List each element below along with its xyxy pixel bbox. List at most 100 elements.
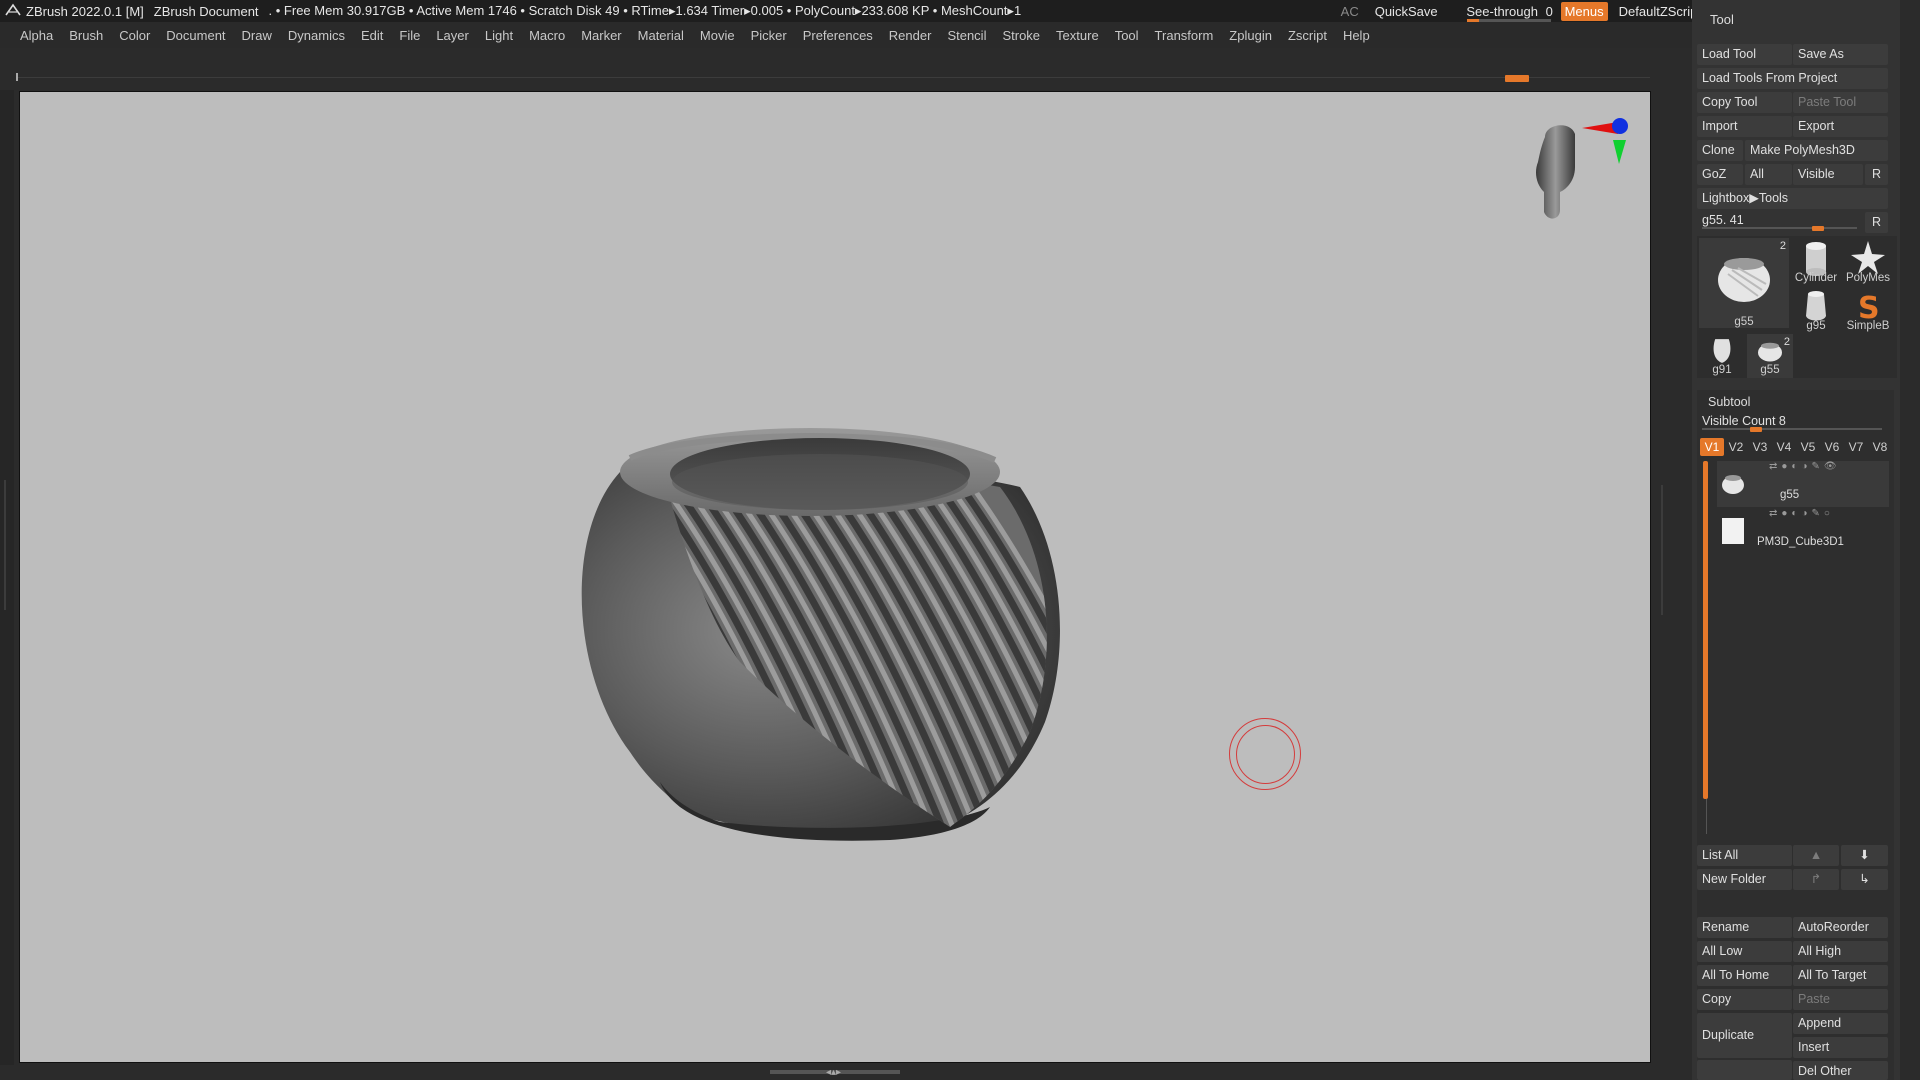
ac-button[interactable]: AC xyxy=(1336,4,1364,19)
menu-picker[interactable]: Picker xyxy=(743,28,795,43)
load-tool-button[interactable]: Load Tool xyxy=(1697,44,1792,65)
delete-button[interactable] xyxy=(1697,1060,1792,1080)
insert-button[interactable]: Insert xyxy=(1793,1037,1888,1058)
left-tray-handle[interactable] xyxy=(0,90,14,1065)
make-polymesh3d-button[interactable]: Make PolyMesh3D xyxy=(1745,140,1888,161)
del-other-button[interactable]: Del Other xyxy=(1793,1061,1888,1080)
menu-color[interactable]: Color xyxy=(111,28,158,43)
tool-thumb-count: 2 xyxy=(1783,336,1790,348)
menu-document[interactable]: Document xyxy=(158,28,233,43)
goz-visible-button[interactable]: Visible xyxy=(1793,164,1863,185)
menu-light[interactable]: Light xyxy=(477,28,521,43)
folder-down-icon[interactable]: ↳ xyxy=(1841,869,1888,890)
menu-zplugin[interactable]: Zplugin xyxy=(1221,28,1280,43)
quicksave-button[interactable]: QuickSave xyxy=(1370,4,1443,19)
subtool-actions-icons[interactable]: ⇄●◐◑✎👁 xyxy=(1769,461,1841,472)
all-high-button[interactable]: All High xyxy=(1793,941,1888,962)
visibility-set-tab-v2[interactable]: V2 xyxy=(1724,438,1748,456)
pot-thumbnail-icon xyxy=(1758,342,1782,362)
list-all-button[interactable]: List All xyxy=(1697,845,1792,866)
goz-all-button[interactable]: All xyxy=(1745,164,1792,185)
menu-macro[interactable]: Macro xyxy=(521,28,573,43)
sculpt-model[interactable] xyxy=(20,92,1651,1063)
timeline-strip[interactable] xyxy=(0,48,1692,90)
tool-thumb-g95[interactable]: g95 xyxy=(1792,286,1840,332)
load-tools-from-project-button[interactable]: Load Tools From Project xyxy=(1697,68,1888,89)
expand-arrow-icon[interactable]: ◂▴▸ xyxy=(826,1067,841,1078)
menu-zscript[interactable]: Zscript xyxy=(1280,28,1335,43)
append-button[interactable]: Append xyxy=(1793,1013,1888,1034)
visibility-set-tab-v5[interactable]: V5 xyxy=(1796,438,1820,456)
tool-r-button[interactable]: R xyxy=(1865,212,1888,233)
export-button[interactable]: Export xyxy=(1793,116,1888,137)
visibility-set-tab-v7[interactable]: V7 xyxy=(1844,438,1868,456)
lightbox-tools-button[interactable]: Lightbox▶Tools xyxy=(1697,188,1888,209)
see-through-slider[interactable]: See-through 0 xyxy=(1465,4,1555,22)
subtool-scrollbar[interactable] xyxy=(1703,461,1708,799)
bottom-tray-handle[interactable]: ◂▴▸ xyxy=(0,1065,1692,1080)
tool-thumb-label: Cylinder xyxy=(1794,272,1838,284)
visibility-set-tab-v4[interactable]: V4 xyxy=(1772,438,1796,456)
goz-button[interactable]: GoZ xyxy=(1697,164,1743,185)
tool-thumb-polymesh[interactable]: PolyMes xyxy=(1842,238,1894,284)
new-folder-button[interactable]: New Folder xyxy=(1697,869,1792,890)
visibility-set-tab-v6[interactable]: V6 xyxy=(1820,438,1844,456)
move-down-icon[interactable]: ⬇ xyxy=(1841,845,1888,866)
all-low-button[interactable]: All Low xyxy=(1697,941,1792,962)
viewport-canvas[interactable] xyxy=(19,91,1651,1063)
copy-tool-button[interactable]: Copy Tool xyxy=(1697,92,1792,113)
right-tray-handle[interactable] xyxy=(1652,90,1692,1065)
subtool-item[interactable]: ⇄●◐◑✎👁 g55 xyxy=(1717,461,1889,507)
menus-toggle-button[interactable]: Menus xyxy=(1560,1,1608,21)
menu-stroke[interactable]: Stroke xyxy=(994,28,1048,43)
menu-brush[interactable]: Brush xyxy=(61,28,111,43)
visible-count-slider[interactable]: Visible Count 8 xyxy=(1697,413,1888,432)
visibility-set-tab-v8[interactable]: V8 xyxy=(1868,438,1892,456)
menu-movie[interactable]: Movie xyxy=(692,28,743,43)
menu-transform[interactable]: Transform xyxy=(1147,28,1222,43)
current-tool-slider[interactable]: g55. 41 xyxy=(1697,212,1862,231)
menu-material[interactable]: Material xyxy=(630,28,692,43)
menu-help[interactable]: Help xyxy=(1335,28,1378,43)
clone-button[interactable]: Clone xyxy=(1697,140,1743,161)
menu-texture[interactable]: Texture xyxy=(1048,28,1107,43)
all-to-home-button[interactable]: All To Home xyxy=(1697,965,1792,986)
tool-thumb-g55-small[interactable]: 2 g55 xyxy=(1747,334,1793,378)
tool-thumb-cylinder[interactable]: Cylinder xyxy=(1792,238,1840,284)
menu-tool[interactable]: Tool xyxy=(1107,28,1147,43)
rename-button[interactable]: Rename xyxy=(1697,917,1792,938)
tool-thumb-g55-main[interactable]: 2 g55 xyxy=(1699,238,1789,328)
move-up-icon[interactable]: ▲ xyxy=(1793,845,1839,866)
subtool-title[interactable]: Subtool xyxy=(1708,395,1750,409)
subtool-actions-icons[interactable]: ⇄●◐◑✎○ xyxy=(1769,508,1834,519)
menu-edit[interactable]: Edit xyxy=(353,28,391,43)
subtool-item[interactable]: ⇄●◐◑✎○ PM3D_Cube3D1 xyxy=(1717,508,1889,554)
menu-stencil[interactable]: Stencil xyxy=(939,28,994,43)
menu-file[interactable]: File xyxy=(391,28,428,43)
menu-render[interactable]: Render xyxy=(881,28,940,43)
visibility-set-tab-v1[interactable]: V1 xyxy=(1700,438,1724,456)
paste-tool-button[interactable]: Paste Tool xyxy=(1793,92,1888,113)
menu-alpha[interactable]: Alpha xyxy=(12,28,61,43)
save-as-button[interactable]: Save As xyxy=(1793,44,1888,65)
import-button[interactable]: Import xyxy=(1697,116,1792,137)
timeline-marker[interactable] xyxy=(1505,75,1529,82)
paste-button[interactable]: Paste xyxy=(1793,989,1888,1010)
tool-thumb-simplebrush[interactable]: S SimpleB xyxy=(1842,286,1894,332)
tool-thumb-g91[interactable]: g91 xyxy=(1699,334,1745,378)
all-to-target-button[interactable]: All To Target xyxy=(1793,965,1888,986)
menu-draw[interactable]: Draw xyxy=(234,28,280,43)
palette-scrollbar[interactable] xyxy=(1900,0,1920,1080)
goz-r-button[interactable]: R xyxy=(1865,164,1888,185)
copy-button[interactable]: Copy xyxy=(1697,989,1792,1010)
tool-thumb-count: 2 xyxy=(1779,240,1786,252)
visibility-set-tab-v3[interactable]: V3 xyxy=(1748,438,1772,456)
duplicate-button[interactable]: Duplicate xyxy=(1697,1013,1792,1058)
navigation-head-gizmo[interactable] xyxy=(1520,112,1630,232)
autoreorder-button[interactable]: AutoReorder xyxy=(1793,917,1888,938)
menu-preferences[interactable]: Preferences xyxy=(795,28,881,43)
menu-dynamics[interactable]: Dynamics xyxy=(280,28,353,43)
folder-up-icon[interactable]: ↱ xyxy=(1793,869,1839,890)
menu-layer[interactable]: Layer xyxy=(428,28,477,43)
menu-marker[interactable]: Marker xyxy=(573,28,629,43)
